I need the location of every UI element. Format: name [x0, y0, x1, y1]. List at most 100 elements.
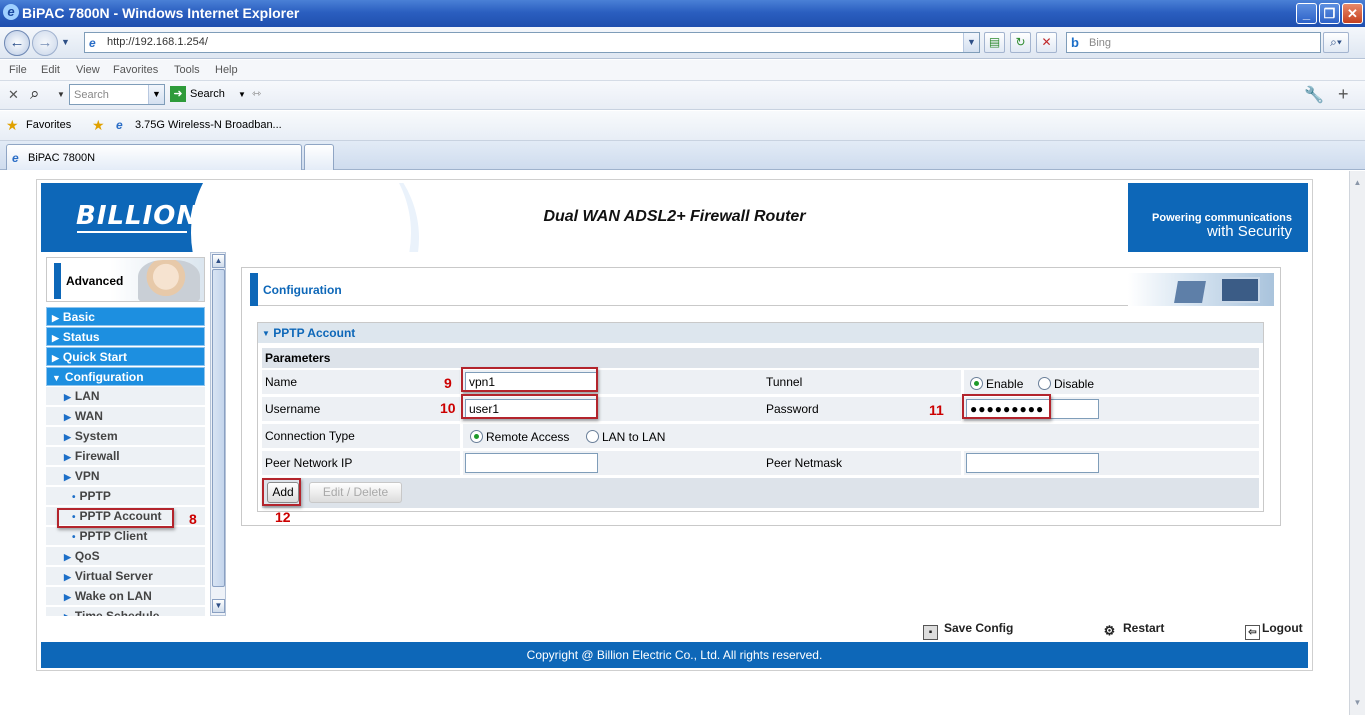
tunnel-disable-radio[interactable] — [1038, 377, 1051, 390]
sidebar-item-status[interactable]: ▶ Status — [46, 327, 205, 346]
sidebar-item-basic[interactable]: ▶ Basic — [46, 307, 205, 326]
sidebar-scroll-down-icon[interactable]: ▼ — [212, 599, 225, 613]
save-config-link[interactable]: ▪ Save Config — [923, 621, 1013, 640]
lan-to-lan-label[interactable]: LAN to LAN — [602, 430, 665, 444]
edit-delete-button[interactable]: Edit / Delete — [309, 482, 402, 503]
close-toolbar-icon[interactable]: ✕ — [8, 87, 19, 103]
tunnel-enable-label[interactable]: Enable — [986, 377, 1023, 391]
sidebar-menu: ▶ Basic ▶ Status ▶ Quick Start ▼ Configuration ▶… — [46, 307, 205, 616]
favorite-page-icon: e — [116, 118, 123, 132]
search-toolbar: ✕ ⌕ ▼ Search ▼ ➜ Search ▼ ⇿ 🔧 + — [0, 81, 1365, 110]
highlight-pptp-account — [57, 508, 174, 528]
bullet-icon: ▶ — [64, 572, 71, 582]
sidebar-scroll-thumb[interactable] — [212, 269, 225, 587]
highlight-password-input — [962, 394, 1051, 419]
peer-netmask-label: Peer Netmask — [766, 456, 843, 470]
tab-title: BiPAC 7800N — [28, 152, 96, 164]
search-options-icon[interactable]: ▼ — [238, 90, 246, 99]
minimize-button[interactable]: _ — [1296, 3, 1317, 24]
bullet-icon: ▶ — [64, 432, 71, 442]
sidebar-item-pptp-client[interactable]: • PPTP Client — [46, 527, 205, 546]
tunnel-disable-label[interactable]: Disable — [1054, 377, 1094, 391]
menu-tools[interactable]: Tools — [174, 64, 200, 76]
pptp-account-title[interactable]: ▼ PPTP Account — [258, 323, 1263, 343]
configuration-panel: Configuration ▼ PPTP Account Parameters … — [241, 267, 1281, 526]
add-favorite-icon[interactable]: ★ — [92, 117, 105, 134]
favorite-link[interactable]: 3.75G Wireless-N Broadban... — [135, 119, 282, 131]
annotation-8: 8 — [189, 511, 197, 527]
navigation-bar: ← → ▼ e http://192.168.1.254/ ▼ ▤ ↻ ✕ b … — [0, 27, 1365, 59]
close-window-button[interactable]: ✕ — [1342, 3, 1363, 24]
logout-link[interactable]: ⇦ Logout — [1245, 621, 1303, 640]
menu-help[interactable]: Help — [215, 64, 238, 76]
maximize-button[interactable]: ❐ — [1319, 3, 1340, 24]
forward-button[interactable]: → — [32, 30, 58, 56]
sidebar-item-wan[interactable]: ▶ WAN — [46, 407, 205, 426]
sidebar-item-pptp[interactable]: • PPTP — [46, 487, 205, 506]
copyright-bar: Copyright @ Billion Electric Co., Ltd. A… — [41, 642, 1308, 668]
sidebar-item-wake-on-lan[interactable]: ▶ Wake on LAN — [46, 587, 205, 606]
scroll-up-icon[interactable]: ▲ — [1350, 175, 1365, 191]
favorites-star-icon[interactable]: ★ — [6, 117, 19, 134]
add-toolbar-icon[interactable]: + — [1338, 84, 1349, 105]
search-go-arrow-icon[interactable]: ➜ — [170, 86, 186, 102]
peer-network-ip-input[interactable] — [465, 453, 598, 473]
search-magnifier-icon[interactable]: ⌕ — [30, 84, 40, 104]
sidebar-item-time-schedule[interactable]: ▶Time Schedule — [46, 607, 205, 616]
search-dropdown-icon[interactable]: ▼ — [57, 90, 65, 99]
sidebar-item-vpn[interactable]: ▶ VPN — [46, 467, 205, 486]
back-button[interactable]: ← — [4, 30, 30, 56]
page-scrollbar[interactable]: ▲ ▼ — [1349, 171, 1365, 715]
sidebar-item-virtual-server[interactable]: ▶ Virtual Server — [46, 567, 205, 586]
router-banner: BILLION Dual WAN ADSL2+ Firewall Router … — [41, 183, 1308, 252]
remote-access-label[interactable]: Remote Access — [486, 430, 569, 444]
configuration-header: Configuration — [250, 273, 1274, 306]
bing-search-input[interactable]: b Bing — [1066, 32, 1321, 53]
sidebar-item-quick-start[interactable]: ▶ Quick Start — [46, 347, 205, 366]
toolbar-search-button[interactable]: Search — [190, 88, 225, 100]
toolbar-search-dropdown-icon[interactable]: ▼ — [148, 85, 164, 104]
refresh-button[interactable]: ↻ — [1010, 32, 1031, 53]
menu-file[interactable]: File — [9, 64, 27, 76]
bullet-icon: ▶ — [64, 452, 71, 462]
sidebar-item-configuration[interactable]: ▼ Configuration — [46, 367, 205, 386]
toolbar-search-input[interactable]: Search ▼ — [69, 84, 165, 105]
sidebar-scrollbar[interactable]: ▲ ▼ — [210, 252, 226, 616]
stop-button[interactable]: ✕ — [1036, 32, 1057, 53]
history-dropdown-icon[interactable]: ▼ — [61, 37, 70, 47]
tunnel-enable-radio[interactable] — [970, 377, 983, 390]
name-label: Name — [265, 375, 298, 389]
sidebar-item-system[interactable]: ▶ System — [46, 427, 205, 446]
peer-netmask-input[interactable] — [966, 453, 1099, 473]
wrench-icon[interactable]: 🔧 — [1304, 85, 1324, 105]
floppy-disk-icon: ▪ — [923, 625, 938, 640]
lan-to-lan-radio[interactable] — [586, 430, 599, 443]
bullet-icon: ▶ — [64, 472, 71, 482]
new-tab-button[interactable] — [304, 144, 334, 170]
search-go-icon[interactable]: ⌕▾ — [1323, 32, 1349, 53]
menu-edit[interactable]: Edit — [41, 64, 60, 76]
bullet-icon: ▶ — [52, 353, 59, 363]
sidebar-item-lan[interactable]: ▶ LAN — [46, 387, 205, 406]
collapse-triangle-icon[interactable]: ▼ — [262, 329, 270, 338]
router-title: Dual WAN ADSL2+ Firewall Router — [543, 208, 806, 225]
tab-active[interactable]: e BiPAC 7800N — [6, 144, 302, 170]
bullet-icon: ▼ — [52, 373, 61, 383]
bullet-icon: ▶ — [64, 552, 71, 562]
sidebar-item-firewall[interactable]: ▶ Firewall — [46, 447, 205, 466]
toolbar-resize-icon[interactable]: ⇿ — [252, 87, 261, 100]
remote-access-radio[interactable] — [470, 430, 483, 443]
restart-link[interactable]: ⚙ Restart — [1102, 621, 1165, 639]
sidebar-item-qos[interactable]: ▶ QoS — [46, 547, 205, 566]
compatibility-view-button[interactable]: ▤ — [984, 32, 1005, 53]
address-bar[interactable]: e http://192.168.1.254/ ▼ — [84, 32, 980, 53]
peer-network-ip-label: Peer Network IP — [265, 456, 353, 470]
peer-row: Peer Network IP Peer Netmask — [262, 451, 1259, 475]
menu-view[interactable]: View — [76, 64, 100, 76]
address-dropdown-icon[interactable]: ▼ — [963, 33, 979, 52]
favorites-label[interactable]: Favorites — [26, 119, 71, 131]
scroll-down-icon[interactable]: ▼ — [1350, 695, 1365, 711]
sidebar-scroll-up-icon[interactable]: ▲ — [212, 254, 225, 268]
menu-favorites[interactable]: Favorites — [113, 64, 158, 76]
bullet-icon: • — [72, 492, 76, 503]
